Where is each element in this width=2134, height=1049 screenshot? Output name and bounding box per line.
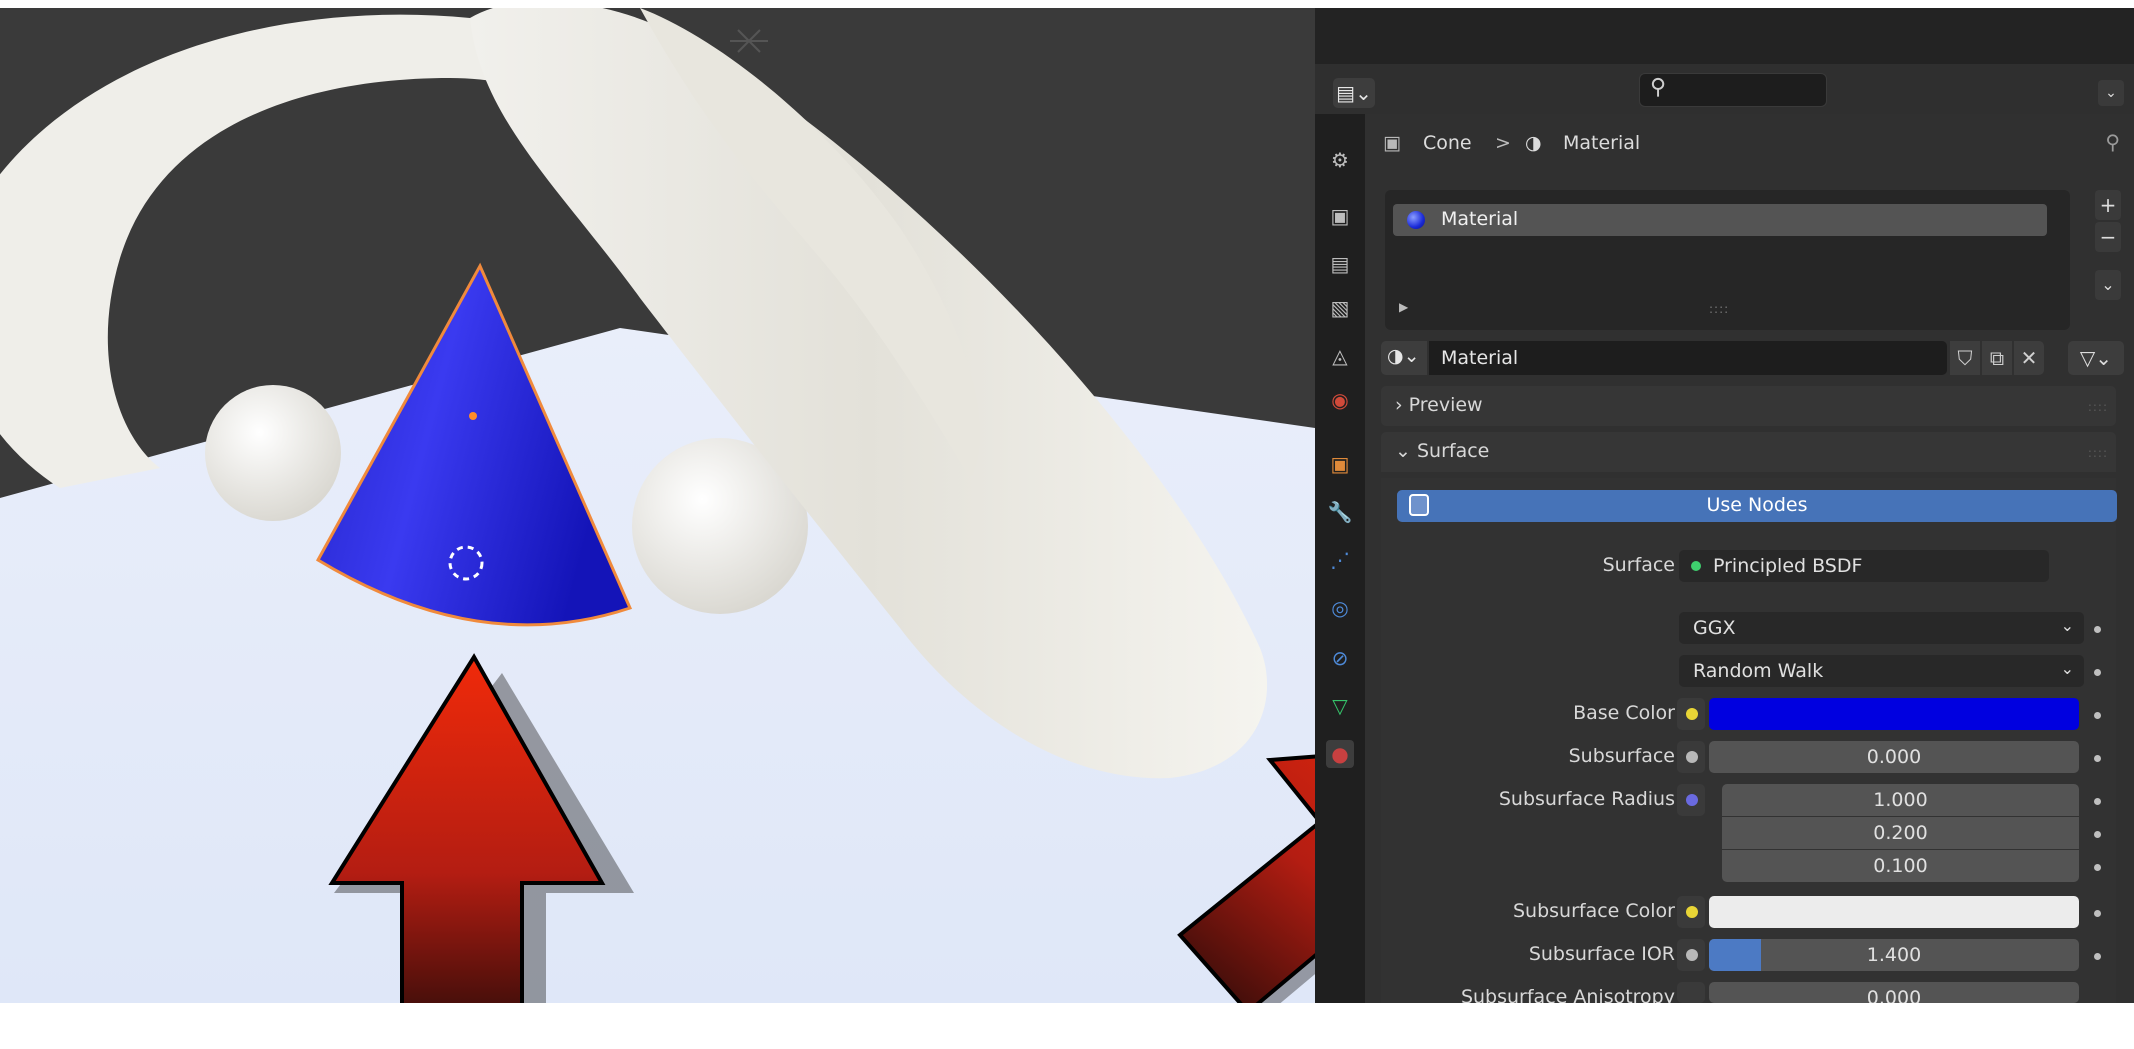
material-ball-icon [1407, 211, 1425, 229]
breadcrumb-separator: > [1495, 132, 1511, 154]
subsurface-radius-label: Subsurface Radius [1498, 788, 1675, 810]
subsurface-color-label: Subsurface Color [1512, 900, 1675, 922]
modifier-tab-icon[interactable]: 🔧 [1326, 498, 1354, 526]
material-slot[interactable]: Material [1393, 204, 2047, 236]
surface-panel-label: ⌄ Surface [1395, 440, 1490, 462]
render-tab-icon[interactable]: ▣ [1326, 202, 1354, 230]
material-sphere-icon: ◑⌄ [1387, 345, 1420, 367]
material-sphere-icon: ◑ [1525, 132, 1542, 154]
surface-label: Surface [1602, 554, 1675, 576]
preview-panel-label: › Preview [1395, 394, 1483, 416]
subsurface-ior-label: Subsurface IOR [1528, 943, 1675, 965]
subsurface-anisotropy-field[interactable]: 0.000 [1709, 982, 2079, 1003]
bottom-margin [0, 1003, 2134, 1049]
3d-viewport[interactable] [0, 8, 1315, 1003]
subsurface-color-swatch[interactable] [1709, 896, 2079, 928]
material-name: Material [1441, 347, 1519, 369]
editor-type-icon[interactable]: ▤⌄ [1333, 78, 1375, 108]
subsurface-radius-z[interactable]: 0.100 [1722, 850, 2079, 882]
material-name-field[interactable]: Material [1429, 341, 1947, 375]
slot-specials-chevron-icon[interactable]: ⌄ [2095, 270, 2121, 300]
base-color-swatch[interactable] [1709, 698, 2079, 730]
expand-triangle-icon[interactable]: ▶ [1399, 300, 1408, 314]
subsurface-method-value: Random Walk [1693, 660, 1824, 682]
view-layer-tab-icon[interactable]: ▧ [1326, 294, 1354, 322]
preview-panel-title: Preview [1408, 394, 1483, 416]
output-tab-icon[interactable]: ▤ [1326, 250, 1354, 278]
panel-grip[interactable]: :::: [2088, 400, 2108, 414]
socket-button[interactable] [1677, 982, 1705, 1003]
chevron-down-icon[interactable]: ⌄ [2098, 80, 2124, 106]
surface-shader-name: Principled BSDF [1713, 555, 1863, 577]
keyframe-dot[interactable] [2094, 755, 2101, 762]
subsurface-label: Subsurface [1568, 745, 1675, 767]
subsurface-radius-x[interactable]: 1.000 [1722, 784, 2079, 816]
material-slot-label: Material [1441, 208, 1519, 230]
remove-slot-button[interactable]: − [2095, 222, 2121, 252]
fake-user-shield-icon[interactable]: ⛉ [1950, 341, 1980, 375]
constraints-tab-icon[interactable]: ⊘ [1326, 644, 1354, 672]
chevron-down-icon: ⌄ [2060, 659, 2074, 678]
resize-grip[interactable]: :::: [1709, 302, 1729, 316]
slot-link-icon[interactable]: ▽⌄ [2068, 341, 2124, 375]
material-datablock-row: ◑⌄ Material ⛉ ⧉ ✕ [1381, 338, 2066, 378]
float-socket-icon [1686, 751, 1698, 763]
keyframe-dot[interactable] [2094, 669, 2101, 676]
distribution-dropdown[interactable]: GGX ⌄ [1679, 612, 2084, 644]
browse-material-button[interactable]: ◑⌄ [1381, 341, 1427, 375]
object-tab-icon[interactable]: ▣ [1326, 450, 1354, 478]
surface-shader-field[interactable]: Principled BSDF [1679, 550, 2049, 582]
material-slot-list[interactable]: Material ▶ :::: [1385, 190, 2070, 330]
physics-tab-icon[interactable]: ◎ [1326, 594, 1354, 622]
world-tab-icon[interactable]: ◉ [1326, 386, 1354, 414]
color-socket-icon [1686, 906, 1698, 918]
subsurface-method-dropdown[interactable]: Random Walk ⌄ [1679, 655, 2084, 687]
panel-grip[interactable]: :::: [2088, 446, 2108, 460]
keyframe-dot[interactable] [2094, 712, 2101, 719]
scene-tab-icon[interactable]: ◬ [1326, 342, 1354, 370]
subsurface-ior-slider[interactable]: 1.400 [1709, 939, 2079, 971]
unlink-close-icon[interactable]: ✕ [2014, 341, 2044, 375]
use-nodes-button[interactable]: Use Nodes [1397, 490, 2117, 522]
vector-socket-icon [1686, 794, 1698, 806]
tool-tab-icon[interactable]: ⚙ [1326, 146, 1354, 174]
use-nodes-label: Use Nodes [1706, 494, 1808, 516]
chevron-down-icon: ⌄ [2060, 616, 2074, 635]
breadcrumb-object: Cone [1423, 132, 1472, 154]
shader-socket-icon [1691, 561, 1701, 571]
keyframe-dot[interactable] [2094, 798, 2101, 805]
keyframe-dot[interactable] [2094, 864, 2101, 871]
keyframe-dot[interactable] [2094, 831, 2101, 838]
search-icon: ⚲ [1650, 75, 1667, 100]
base-color-label: Base Color [1573, 702, 1675, 724]
breadcrumb-material: Material [1563, 132, 1641, 154]
add-slot-button[interactable]: + [2095, 190, 2121, 220]
subsurface-radius-y[interactable]: 0.200 [1722, 817, 2079, 849]
keyframe-dot[interactable] [2094, 953, 2101, 960]
subsurface-field[interactable]: 0.000 [1709, 741, 2079, 773]
top-strip [1315, 8, 2134, 64]
keyframe-dot[interactable] [2094, 910, 2101, 917]
surface-panel-title: Surface [1416, 440, 1490, 462]
distribution-value: GGX [1693, 617, 1736, 639]
preview-panel-header[interactable]: › Preview :::: [1381, 386, 2116, 426]
subsurface-ior-value: 1.400 [1866, 944, 1922, 966]
float-socket-icon [1686, 949, 1698, 961]
pin-icon[interactable]: ⚲ [2105, 130, 2120, 154]
object-icon: ▣ [1383, 132, 1401, 154]
surface-panel-header[interactable]: ⌄ Surface :::: [1381, 432, 2116, 472]
keyframe-dot[interactable] [2094, 626, 2101, 633]
color-socket-icon [1686, 708, 1698, 720]
duplicate-icon[interactable]: ⧉ [1982, 341, 2012, 375]
search-input[interactable]: ⚲ [1639, 73, 1827, 107]
